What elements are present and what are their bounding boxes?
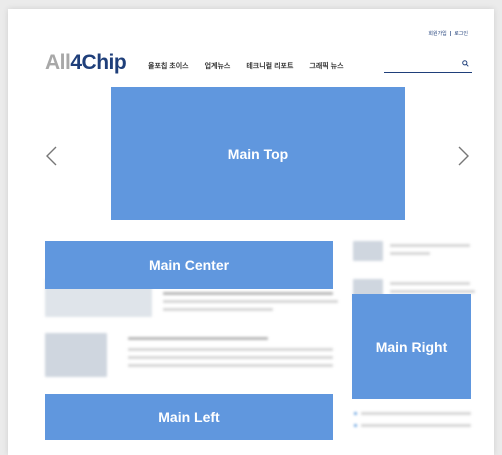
main-center-region: Main Center [45,241,333,289]
main-right-label: Main Right [375,338,448,355]
main-left-region: Main Left [45,394,333,440]
page-container: 회원가입 | 로그인 All4Chip 올포칩 초이스 업계뉴스 테크니컬 리포… [8,9,494,455]
main-top-label: Main Top [227,145,289,162]
main-top-region: Main Top [111,87,405,220]
main-right-region: Main Right [352,294,471,399]
main-center-label: Main Center [148,257,230,273]
main-left-label: Main Left [158,409,220,425]
